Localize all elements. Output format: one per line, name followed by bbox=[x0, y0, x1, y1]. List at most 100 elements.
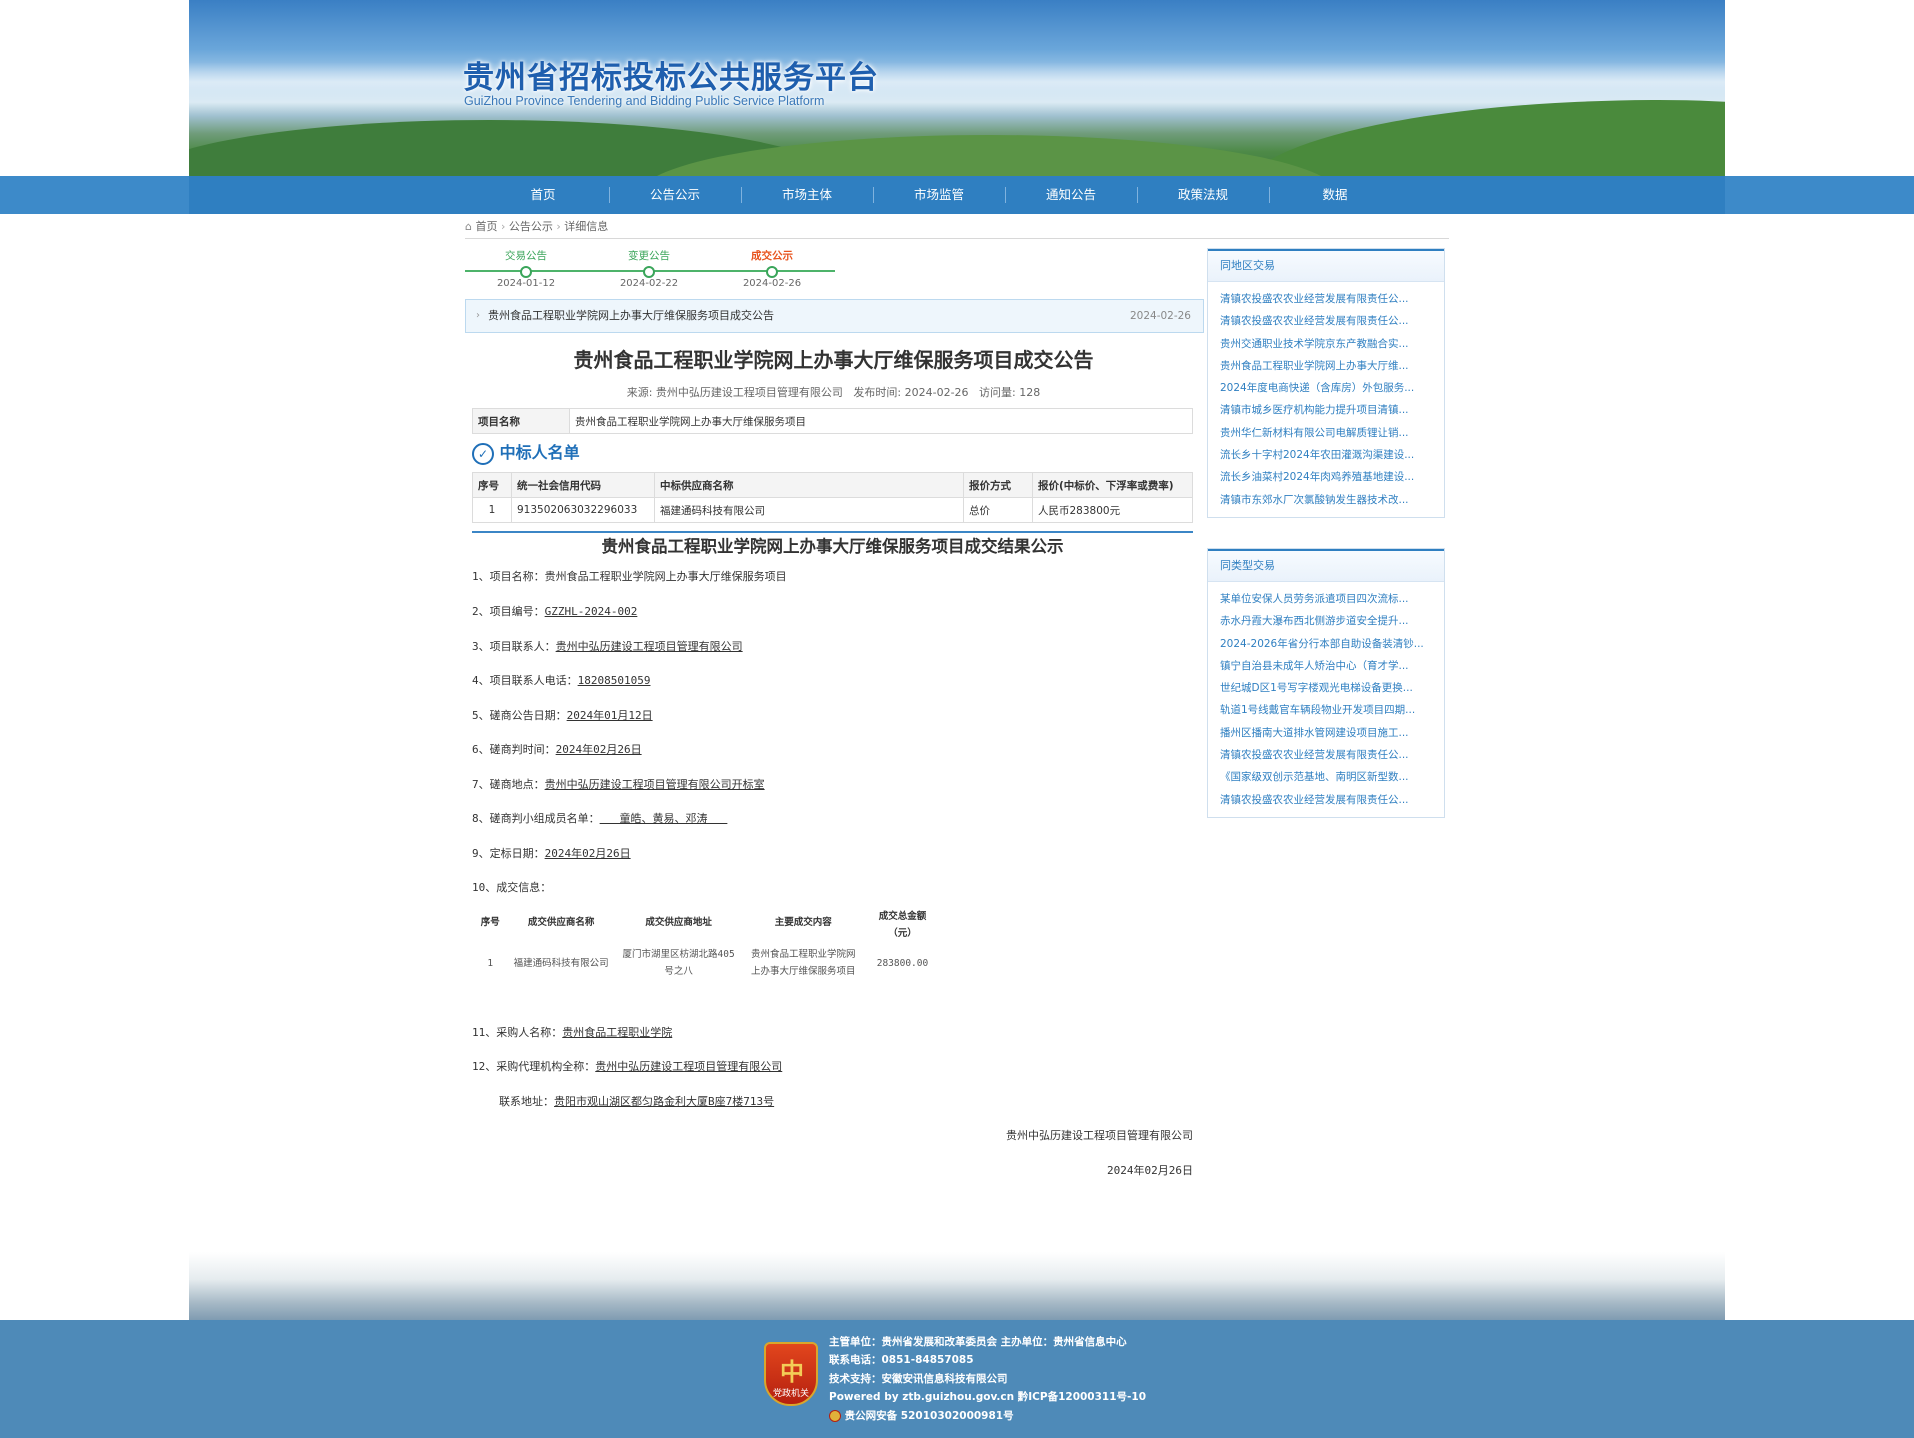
breadcrumb-divider bbox=[465, 238, 1449, 239]
timeline-dot[interactable] bbox=[766, 266, 778, 278]
list-item[interactable]: 清镇农投盛农农业经营发展有限责任公... bbox=[1220, 744, 1444, 766]
item-value: 贵州中弘历建设工程项目管理有限公司 bbox=[595, 1060, 783, 1073]
item-value: 贵阳市观山湖区都匀路金利大厦B座7楼713号 bbox=[554, 1095, 775, 1108]
cell: 福建通码科技有限公司 bbox=[654, 497, 964, 523]
notice-date: 2024-02-26 bbox=[1129, 310, 1191, 322]
list-item[interactable]: 《国家级双创示范基地、南明区新型数... bbox=[1220, 766, 1444, 788]
item-label: 1、项目名称： bbox=[472, 570, 545, 583]
police-badge-icon bbox=[829, 1410, 841, 1422]
list-item[interactable]: 清镇农投盛农农业经营发展有限责任公... bbox=[1220, 310, 1444, 332]
same-type-title: 同类型交易 bbox=[1208, 549, 1444, 582]
cell: 91350206303229603​3 bbox=[511, 497, 655, 523]
police-record-text[interactable]: 贵公网安备 52010302000981号 bbox=[845, 1410, 1014, 1422]
item-notice-date: 5、磋商公告日期：2024年01月12日 bbox=[472, 707, 653, 723]
breadcrumb-current: 详细信息 bbox=[564, 220, 609, 233]
timeline-step-label[interactable]: 交易公告 bbox=[481, 248, 571, 263]
nav-policies[interactable]: 政策法规 bbox=[1137, 176, 1269, 214]
item-label: 3、项目联系人： bbox=[472, 640, 556, 653]
list-item[interactable]: 轨道1号线戴官车辆段物业开发项目四期... bbox=[1220, 699, 1444, 721]
list-item[interactable]: 赤水丹霞大瀑布西北侧游步道安全提升... bbox=[1220, 610, 1444, 632]
breadcrumb-section[interactable]: 公告公示 bbox=[509, 220, 553, 233]
timeline-step-date: 2024-01-12 bbox=[496, 278, 556, 289]
timeline-step-label-active[interactable]: 成交公示 bbox=[727, 248, 817, 263]
banner-mountain bbox=[1239, 100, 1725, 176]
breadcrumb-home[interactable]: 首页 bbox=[475, 220, 497, 233]
cell: 福建通码科技有限公司 bbox=[513, 957, 609, 969]
col-header: 中标供应商名称 bbox=[654, 472, 964, 498]
cell: 1 bbox=[487, 957, 494, 969]
timeline-step-label[interactable]: 变更公告 bbox=[604, 248, 694, 263]
item-label: 6、磋商判时间： bbox=[472, 743, 556, 756]
related-notice-bar[interactable]: › 贵州食品工程职业学院网上办事大厅维保服务项目成交公告 2024-02-26 bbox=[465, 299, 1204, 333]
item-value: 18208501059 bbox=[577, 674, 651, 687]
col-header: 主要成交内容 bbox=[774, 916, 832, 928]
home-icon[interactable]: ⌂ bbox=[465, 220, 472, 233]
table-row: 项目名称 贵州食品工程职业学院网上办事大厅维保服务项目 bbox=[472, 408, 1193, 434]
nav-market-entities[interactable]: 市场主体 bbox=[741, 176, 873, 214]
badge-label: 党政机关 bbox=[772, 1389, 809, 1399]
item-agency: 12、采购代理机构全称：贵州中弘历建设工程项目管理有限公司 bbox=[472, 1058, 782, 1074]
breadcrumb: ⌂ 首页 › 公告公示 › 详细信息 bbox=[465, 217, 608, 237]
list-item[interactable]: 清镇市城乡医疗机构能力提升项目清镇... bbox=[1220, 399, 1444, 421]
nav-notices[interactable]: 通知公告 bbox=[1005, 176, 1137, 214]
main-nav: 首页 公告公示 市场主体 市场监管 通知公告 政策法规 数据 bbox=[0, 176, 1914, 214]
footer-icp[interactable]: Powered by ztb.guizhou.gov.cn 黔ICP备12000… bbox=[829, 1389, 1146, 1404]
item-label: 7、磋商地点： bbox=[472, 778, 545, 791]
item-value: 贵州食品工程职业学院 bbox=[562, 1026, 673, 1039]
nav-data[interactable]: 数据 bbox=[1269, 176, 1401, 214]
chevron-right-icon: › bbox=[476, 310, 480, 321]
table-row: 1 91350206303229603​3 福建通码科技有限公司 总价 人民币2… bbox=[472, 497, 1193, 523]
check-circle-icon: ✓ bbox=[472, 442, 494, 465]
same-type-panel: 同类型交易 某单位安保人员劳务派遣项目四次流标... 赤水丹霞大瀑布西北侧游步道… bbox=[1207, 548, 1445, 818]
list-item[interactable]: 贵州华仁新材料有限公司电解质锂让销... bbox=[1220, 422, 1444, 444]
item-label: 联系地址： bbox=[499, 1095, 554, 1108]
item-value: 2024年02月26日 bbox=[555, 743, 642, 756]
list-item[interactable]: 2024-2026年省分行本部自助设备装清钞... bbox=[1220, 633, 1444, 655]
list-item[interactable]: 清镇市东郊水厂次氯酸钠发生器技术改... bbox=[1220, 489, 1444, 511]
nav-announcements[interactable]: 公告公示 bbox=[609, 176, 741, 214]
announcement-timeline: 交易公告 2024-01-12 变更公告 2024-02-22 成交公示 202… bbox=[465, 246, 835, 290]
content-title: 贵州食品工程职业学院网上办事大厅维保服务项目成交结果公示 bbox=[601, 537, 1064, 556]
list-item[interactable]: 流长乡油菜村2024年肉鸡养殖基地建设... bbox=[1220, 466, 1444, 488]
list-item[interactable]: 镇宁自治县未成年人矫治中心（育才学... bbox=[1220, 655, 1444, 677]
col-header: 成交供应商地址 bbox=[645, 916, 712, 928]
item-award-date: 9、定标日期：2024年02月26日 bbox=[472, 845, 631, 861]
list-item[interactable]: 播州区播南大道排水管网建设项目施工... bbox=[1220, 722, 1444, 744]
government-badge-icon[interactable]: 中 党政机关 bbox=[764, 1342, 818, 1406]
item-phone: 4、项目联系人电话：18208501059 bbox=[472, 672, 650, 688]
item-project-name: 1、项目名称：贵州食品工程职业学院网上办事大厅维保服务项目 bbox=[472, 568, 787, 584]
item-value: 2024年01月12日 bbox=[566, 709, 653, 722]
col-header: 序号 bbox=[472, 472, 512, 498]
list-item[interactable]: 流长乡十字村2024年农田灌溉沟渠建设... bbox=[1220, 444, 1444, 466]
list-item[interactable]: 某单位安保人员劳务派遣项目四次流标... bbox=[1220, 588, 1444, 610]
footer-police-record[interactable]: 贵公网安备 52010302000981号 bbox=[829, 1408, 1014, 1423]
nav-market-supervision[interactable]: 市场监管 bbox=[873, 176, 1005, 214]
col-header: 统一社会信用代码 bbox=[511, 472, 655, 498]
list-item[interactable]: 贵州交通职业技术学院京东产教融合实... bbox=[1220, 333, 1444, 355]
project-name-label: 项目名称 bbox=[472, 408, 570, 434]
item-negotiation-time: 6、磋商判时间：2024年02月26日 bbox=[472, 741, 642, 757]
table-header-row: 序号 成交供应商名称 成交供应商地址 主要成交内容 成交总金额（元） bbox=[472, 900, 942, 944]
item-value: 贵州中弘历建设工程项目管理有限公司 bbox=[555, 640, 743, 653]
winner-table: 序号 统一社会信用代码 中标供应商名称 报价方式 报价(中标价、下浮率或费率) … bbox=[472, 472, 1193, 523]
cell: 贵州食品工程职业学院网上办事大厅维保服务项目 bbox=[750, 949, 856, 977]
signature-date: 2024年02月26日 bbox=[1107, 1164, 1193, 1177]
timeline-dot[interactable] bbox=[643, 266, 655, 278]
list-item[interactable]: 贵州食品工程职业学院网上办事大厅维... bbox=[1220, 355, 1444, 377]
list-item[interactable]: 世纪城D区1号写字楼观光电梯设备更换... bbox=[1220, 677, 1444, 699]
nav-home[interactable]: 首页 bbox=[477, 176, 609, 214]
project-info-table: 项目名称 贵州食品工程职业学院网上办事大厅维保服务项目 bbox=[472, 408, 1193, 434]
cell: 厦门市湖里区枋湖北路405号之八 bbox=[622, 949, 735, 977]
list-item[interactable]: 2024年度电商快递（含库房）外包服务... bbox=[1220, 377, 1444, 399]
article-title: 贵州食品工程职业学院网上办事大厅维保服务项目成交公告 bbox=[573, 348, 1094, 372]
table-header-row: 序号 统一社会信用代码 中标供应商名称 报价方式 报价(中标价、下浮率或费率) bbox=[472, 472, 1193, 498]
notice-title[interactable]: 贵州食品工程职业学院网上办事大厅维保服务项目成交公告 bbox=[488, 300, 774, 332]
item-purchaser: 11、采购人名称：贵州食品工程职业学院 bbox=[472, 1024, 672, 1040]
list-item[interactable]: 清镇农投盛农农业经营发展有限责任公... bbox=[1220, 288, 1444, 310]
chevron-right-icon: › bbox=[556, 220, 561, 233]
col-header: 报价方式 bbox=[963, 472, 1033, 498]
list-item[interactable]: 清镇农投盛农农业经营发展有限责任公... bbox=[1220, 789, 1444, 811]
item-panel-members: 8、磋商判小组成员名单： 童皓、黄易、邓涛 bbox=[472, 810, 727, 826]
timeline-dot[interactable] bbox=[520, 266, 532, 278]
site-title[interactable]: 贵州省招标投标公共服务平台 bbox=[463, 52, 879, 97]
